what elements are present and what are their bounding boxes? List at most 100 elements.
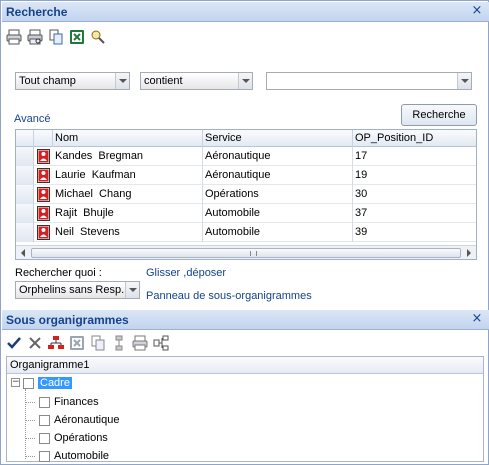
person-icon <box>37 206 50 221</box>
row-selector[interactable] <box>16 185 34 204</box>
tree-connector <box>25 389 26 459</box>
align-icon[interactable] <box>110 334 128 352</box>
sub-panel-header: Sous organigrammes × <box>2 310 489 330</box>
org-tree: Organigramme1 − Cadre Finances Aéronauti… <box>6 356 484 462</box>
cell-nom: Laurie Kaufman <box>53 166 203 185</box>
checkbox[interactable] <box>39 432 50 444</box>
tree-node-label: Finances <box>54 396 99 408</box>
chevron-down-icon[interactable] <box>115 73 129 89</box>
check-icon[interactable] <box>5 334 23 352</box>
copy-icon[interactable] <box>47 28 65 46</box>
cell-service: Aéronautique <box>203 166 353 185</box>
tree-node-label: Aéronautique <box>54 414 120 426</box>
cell-id: 19 <box>355 169 368 181</box>
chevron-down-icon[interactable] <box>457 73 471 89</box>
tree-connector <box>25 402 35 403</box>
field-combo[interactable]: Tout champ <box>15 72 130 90</box>
header-selector <box>16 130 34 147</box>
tree-node-aeronautique[interactable]: Aéronautique <box>39 412 119 428</box>
checkbox[interactable] <box>39 450 50 462</box>
tree-node-label: Opérations <box>54 432 108 444</box>
tree-node-finances[interactable]: Finances <box>39 394 99 410</box>
row-selector[interactable] <box>16 147 34 166</box>
table-row[interactable]: Neil Stevens Automobile 39 <box>16 223 476 242</box>
cell-service: Automobile <box>203 223 353 242</box>
cell-nom: Rajit Bhujle <box>53 204 203 223</box>
cell-service: Aéronautique <box>203 147 353 166</box>
tree-node-root[interactable]: Cadre <box>23 375 72 391</box>
chevron-down-icon[interactable] <box>125 282 139 298</box>
search-for-label: Rechercher quoi : <box>15 267 102 279</box>
row-selector[interactable] <box>16 166 34 185</box>
person-icon <box>37 149 50 164</box>
tree-connector <box>25 456 35 457</box>
field-combo-value: Tout champ <box>19 75 76 87</box>
close-icon[interactable]: × <box>470 4 484 18</box>
row-selector[interactable] <box>16 204 34 223</box>
org-chart-icon[interactable] <box>47 334 65 352</box>
person-icon <box>37 225 50 240</box>
close-icon[interactable]: × <box>470 312 484 326</box>
search-toolbar <box>5 26 107 48</box>
delete-icon[interactable] <box>26 334 44 352</box>
table-row[interactable]: Kandes Bregman Aéronautique 17 <box>16 147 476 166</box>
cell-id: 17 <box>355 150 368 162</box>
horizontal-scrollbar[interactable] <box>16 245 476 259</box>
checkbox[interactable] <box>39 396 50 408</box>
column-header-service[interactable]: Service <box>203 130 353 147</box>
table-row[interactable]: Rajit Bhujle Automobile 37 <box>16 204 476 223</box>
column-header-nom[interactable]: Nom <box>53 130 203 147</box>
excel-icon[interactable] <box>68 334 86 352</box>
tree-node-operations[interactable]: Opérations <box>39 430 108 446</box>
tree-node-automobile[interactable]: Automobile <box>39 448 109 464</box>
column-header-op-position-id[interactable]: OP_Position_ID <box>353 130 476 147</box>
value-combo[interactable] <box>266 72 472 90</box>
cell-service: Opérations <box>203 185 353 204</box>
find-icon[interactable] <box>89 28 107 46</box>
table-row[interactable]: Michael Chang Opérations 30 <box>16 185 476 204</box>
tree-connector <box>25 420 35 421</box>
operator-combo[interactable]: contient <box>140 72 253 90</box>
cell-id: 30 <box>355 188 368 200</box>
cell-id: 39 <box>355 226 368 238</box>
sub-toolbar <box>5 332 170 354</box>
cell-id: 37 <box>355 207 368 219</box>
copy-icon[interactable] <box>89 334 107 352</box>
scroll-left-icon[interactable] <box>17 247 29 259</box>
row-selector[interactable] <box>16 223 34 242</box>
cell-nom: Kandes Bregman <box>53 147 203 166</box>
tree-connector <box>25 438 35 439</box>
chevron-down-icon[interactable] <box>238 73 252 89</box>
operator-combo-value: contient <box>144 75 183 87</box>
search-panel-title: Recherche <box>6 5 68 19</box>
tree-node-label: Automobile <box>54 450 110 462</box>
main-window: Recherche × Tout champ contient Avancé R… <box>0 0 489 465</box>
cell-service: Automobile <box>203 204 353 223</box>
print-preview-icon[interactable] <box>26 28 44 46</box>
search-panel-header: Recherche × <box>2 2 489 22</box>
tree-header: Organigramme1 <box>7 357 483 374</box>
person-icon <box>37 168 50 183</box>
search-button[interactable]: Recherche <box>401 104 477 126</box>
results-grid: Nom Service OP_Position_ID Kandes Bregma… <box>15 129 477 260</box>
collapse-icon[interactable]: − <box>11 378 20 387</box>
advanced-link[interactable]: Avancé <box>14 113 51 125</box>
excel-icon[interactable] <box>68 28 86 46</box>
checkbox[interactable] <box>39 414 50 426</box>
print-icon[interactable] <box>5 28 23 46</box>
subchart-panel-link[interactable]: Panneau de sous-organigrammes <box>146 290 312 302</box>
scroll-thumb[interactable] <box>31 248 461 258</box>
table-row[interactable]: Laurie Kaufman Aéronautique 19 <box>16 166 476 185</box>
print-icon[interactable] <box>131 334 149 352</box>
drag-drop-link[interactable]: Glisser ,déposer <box>146 267 226 279</box>
scroll-right-icon[interactable] <box>463 247 475 259</box>
cell-nom: Michael Chang <box>53 185 203 204</box>
cell-nom: Neil Stevens <box>53 223 203 242</box>
checkbox[interactable] <box>23 377 34 389</box>
layout-icon[interactable] <box>152 334 170 352</box>
sub-panel-title: Sous organigrammes <box>6 313 129 327</box>
header-icon-col <box>34 130 53 147</box>
search-for-combo[interactable]: Orphelins sans Resp. <box>15 281 140 299</box>
search-for-value: Orphelins sans Resp. <box>19 284 125 296</box>
person-icon <box>37 187 50 202</box>
